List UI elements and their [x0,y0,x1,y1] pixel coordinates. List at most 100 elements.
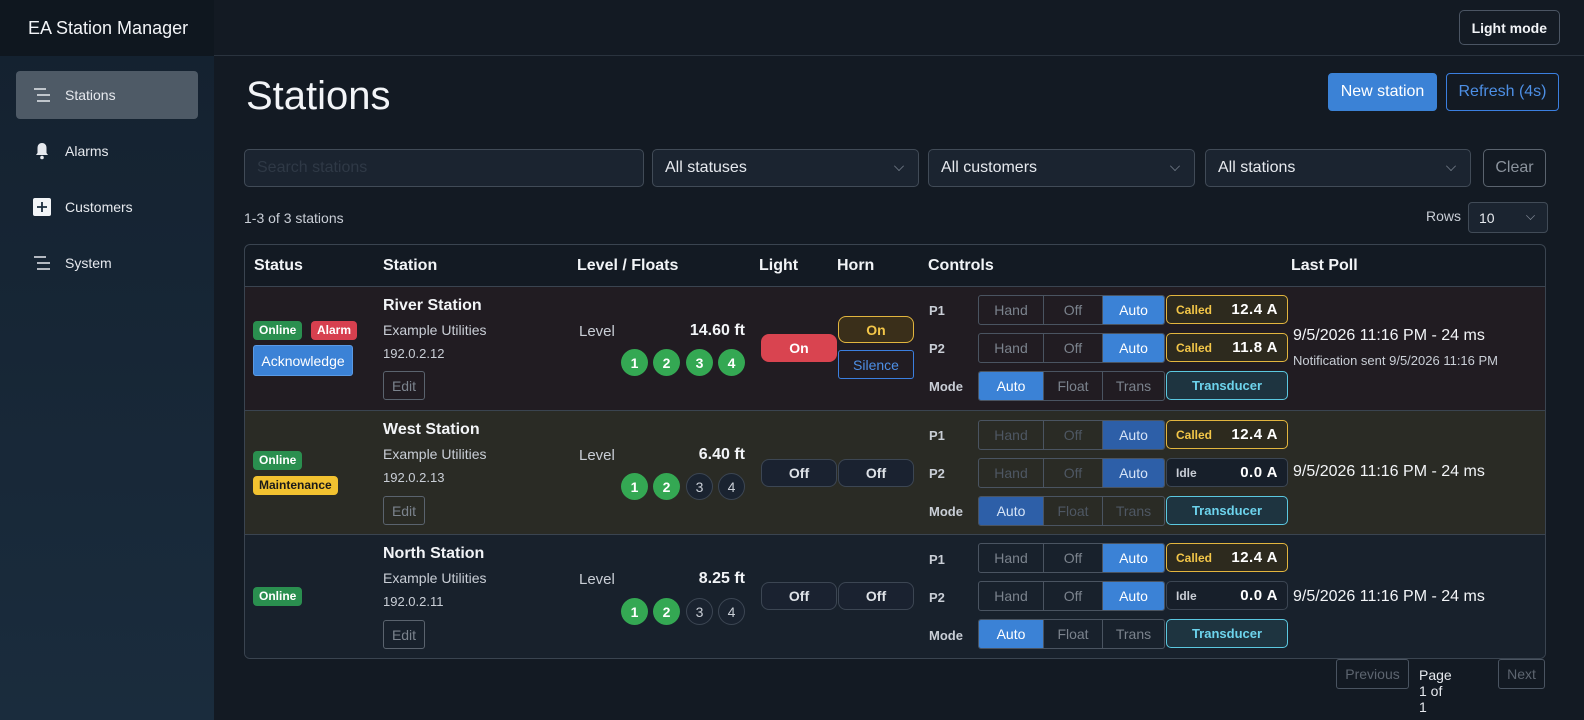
p2-off-option[interactable]: Off [1044,334,1103,362]
float-indicator-4: 4 [718,349,745,376]
float-indicator-1: 1 [621,473,648,500]
p2-off-option[interactable]: Off [1044,459,1103,487]
maintenance-badge: Maintenance [253,476,338,495]
p1-hand-option[interactable]: Hand [979,296,1044,324]
app-title: EA Station Manager [0,0,214,56]
level-value: 6.40 ft [698,446,745,463]
level-mode-switch: Auto Float Trans [978,496,1165,526]
mode-float-option[interactable]: Float [1044,497,1103,525]
station-name: West Station [383,421,480,438]
menu-lines-icon [32,253,52,273]
station-ip: 192.0.2.12 [383,346,445,361]
transducer-badge: Transducer [1166,496,1288,525]
mode-auto-option[interactable]: Auto [979,620,1044,648]
mode-auto-option[interactable]: Auto [979,497,1044,525]
clear-filters-button[interactable]: Clear [1483,149,1546,187]
last-poll: 9/5/2026 11:16 PM - 24 ms [1293,463,1485,480]
edit-button[interactable]: Edit [383,496,425,525]
p1-auto-option[interactable]: Auto [1103,296,1164,324]
light-toggle[interactable]: On [761,334,837,362]
horn-toggle[interactable]: On [838,316,914,343]
float-indicator-2: 2 [653,473,680,500]
sidebar-item-stations[interactable]: Stations [16,71,198,119]
float-indicator-3: 3 [686,349,713,376]
silence-button[interactable]: Silence [838,350,914,379]
float-indicator-3: 3 [686,473,713,500]
station-ip: 192.0.2.13 [383,470,445,485]
mode-float-option[interactable]: Float [1044,372,1103,400]
status-filter-value: All statuses [665,159,747,176]
notification-text: Notification sent 9/5/2026 11:16 PM [1293,353,1498,368]
last-poll: 9/5/2026 11:16 PM - 24 ms [1293,327,1485,344]
chevron-down-icon [1526,211,1535,220]
edit-button[interactable]: Edit [383,620,425,649]
level-value: 14.60 ft [689,322,745,339]
station-customer: Example Utilities [383,322,487,338]
p1-state: Called [1176,302,1213,317]
level-label: Level [579,447,615,464]
status-filter-select[interactable]: All statuses [652,149,919,187]
rows-per-page-select[interactable]: 10 [1468,202,1548,233]
sidebar-item-system[interactable]: System [16,239,198,287]
p2-auto-option[interactable]: Auto [1103,334,1164,362]
online-badge: Online [253,587,303,606]
level-value: 8.25 ft [698,570,745,587]
p2-status-badge: Called 11.8 A [1166,333,1288,362]
result-count: 1-3 of 3 stations [244,210,344,226]
p2-amps: 11.8 A [1232,339,1278,356]
p2-auto-option[interactable]: Auto [1103,459,1164,487]
p2-amps: 0.0 A [1240,464,1278,481]
p1-off-option[interactable]: Off [1044,296,1103,324]
bell-icon [32,141,52,161]
search-input[interactable] [244,149,644,187]
previous-page-button[interactable]: Previous [1336,659,1409,689]
p1-mode-switch: Hand Off Auto [978,543,1165,573]
next-page-button[interactable]: Next [1498,659,1545,689]
mode-trans-option[interactable]: Trans [1103,620,1164,648]
p1-auto-option[interactable]: Auto [1103,544,1164,572]
horn-toggle[interactable]: Off [838,459,914,487]
station-filter-value: All stations [1218,159,1296,176]
p2-hand-option[interactable]: Hand [979,334,1044,362]
light-toggle[interactable]: Off [761,582,837,610]
refresh-button[interactable]: Refresh (4s) [1446,73,1559,111]
p2-auto-option[interactable]: Auto [1103,582,1164,610]
p1-off-option[interactable]: Off [1044,544,1103,572]
p2-hand-option[interactable]: Hand [979,582,1044,610]
edit-button[interactable]: Edit [383,371,425,400]
p2-status-badge: Idle 0.0 A [1166,458,1288,487]
acknowledge-button[interactable]: Acknowledge [253,345,353,376]
stations-table: Status Station Level / Floats Light Horn… [244,244,1546,659]
mode-label: Mode [929,379,963,394]
chevron-down-icon [1170,161,1180,171]
horn-toggle[interactable]: Off [838,582,914,610]
p2-off-option[interactable]: Off [1044,582,1103,610]
mode-trans-option[interactable]: Trans [1103,497,1164,525]
header-station: Station [383,257,438,274]
p1-off-option[interactable]: Off [1044,421,1103,449]
p1-hand-option[interactable]: Hand [979,421,1044,449]
mode-trans-option[interactable]: Trans [1103,372,1164,400]
sidebar-item-alarms[interactable]: Alarms [16,127,198,175]
p1-state: Called [1176,427,1213,442]
mode-float-option[interactable]: Float [1044,620,1103,648]
station-filter-select[interactable]: All stations [1205,149,1471,187]
p2-label: P2 [929,590,945,605]
customer-filter-select[interactable]: All customers [928,149,1195,187]
mode-auto-option[interactable]: Auto [979,372,1044,400]
level-label: Level [579,323,615,340]
sidebar-item-customers[interactable]: Customers [16,183,198,231]
light-toggle[interactable]: Off [761,459,837,487]
light-mode-button[interactable]: Light mode [1458,10,1560,45]
station-name: North Station [383,545,485,562]
table-row: Online Alarm Acknowledge River Station E… [245,287,1545,411]
p1-auto-option[interactable]: Auto [1103,421,1164,449]
p1-hand-option[interactable]: Hand [979,544,1044,572]
new-station-button[interactable]: New station [1328,73,1437,111]
alarm-badge: Alarm [311,321,358,340]
level-label: Level [579,571,615,588]
p2-hand-option[interactable]: Hand [979,459,1044,487]
header-status: Status [254,257,303,274]
p1-amps: 12.4 A [1231,301,1278,318]
p1-amps: 12.4 A [1231,426,1278,443]
